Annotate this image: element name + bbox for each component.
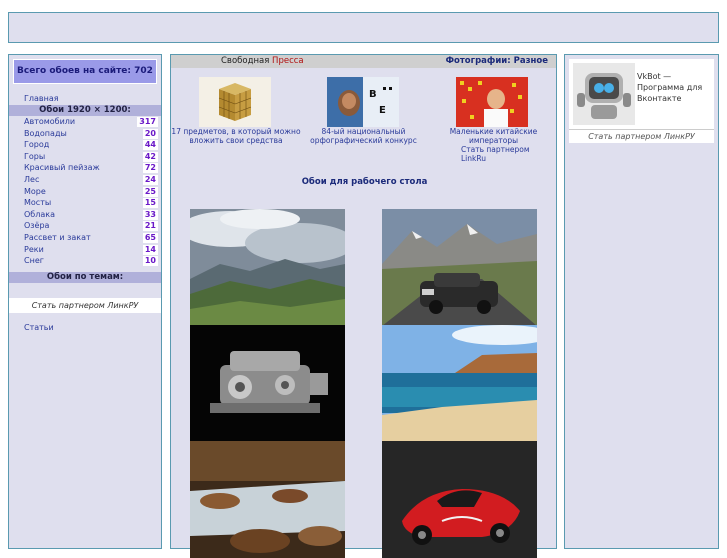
caption-line: вложить свои средства	[189, 136, 283, 145]
news-caption-3[interactable]: Маленькие китайские императоры	[431, 127, 556, 145]
category-label[interactable]: Автомобили	[24, 117, 75, 126]
caption-line: императоры	[468, 136, 519, 145]
category-count: 317	[137, 117, 158, 127]
category-count: 24	[142, 174, 158, 185]
wallpaper-thumb-car-road[interactable]	[382, 209, 537, 326]
partner-link-linkru[interactable]: Стать партнером LinkRu	[461, 145, 556, 163]
category-count: 14	[142, 244, 158, 255]
category-count: 21	[142, 221, 158, 232]
right-sidebar: VkBot — Программа для Вконтакте Стать па…	[564, 54, 719, 549]
wallpaper-thumb-beach[interactable]	[382, 325, 537, 442]
robot-icon	[573, 63, 635, 125]
caption-line: Маленькие китайские	[449, 127, 538, 136]
news-caption-2[interactable]: 84-ый национальный орфографический конкур…	[301, 127, 426, 145]
category-item-forest[interactable]: Лес 24	[9, 174, 161, 186]
category-count: 42	[142, 151, 158, 162]
vkbot-line: Вконтакте	[637, 94, 682, 103]
category-count: 10	[142, 256, 158, 267]
vkbot-line: VkBot —	[637, 72, 672, 81]
category-count: 20	[142, 128, 158, 139]
category-item-waterfalls[interactable]: Водопады 20	[9, 128, 161, 140]
svg-text:E: E	[379, 105, 386, 116]
news-image-cube[interactable]	[199, 77, 271, 127]
photos-link[interactable]: Фотографии: Разное	[446, 55, 548, 68]
category-list: Автомобили 317 Водопады 20 Город 44 Горы 42 …	[9, 116, 161, 267]
category-label[interactable]: Красивый пейзаж	[24, 163, 100, 172]
category-item-bridges[interactable]: Мосты 15	[9, 197, 161, 209]
category-label[interactable]: Море	[24, 187, 46, 196]
press-prefix: Свободная	[221, 56, 273, 66]
wallpaper-thumb-concept-car[interactable]	[382, 441, 537, 558]
category-item-cars[interactable]: Автомобили 317	[9, 116, 161, 128]
news-bar: Свободная Пресса Фотографии: Разное	[171, 55, 556, 68]
top-banner	[8, 12, 719, 43]
category-label[interactable]: Мосты	[24, 198, 51, 207]
category-label[interactable]: Город	[24, 140, 49, 149]
themes-header: Обои по темам:	[9, 271, 161, 283]
caption-line: 84-ый национальный	[321, 127, 406, 136]
category-label[interactable]: Озёра	[24, 221, 49, 230]
category-item-snow[interactable]: Снег 10	[9, 255, 161, 267]
vkbot-text[interactable]: VkBot — Программа для Вконтакте	[637, 71, 702, 104]
svg-text:B: B	[369, 89, 377, 100]
category-label[interactable]: Водопады	[24, 129, 67, 138]
news-caption-1[interactable]: 17 предметов, в который можно вложить сво…	[171, 127, 301, 145]
articles-link[interactable]: Статьи	[9, 323, 161, 332]
total-wallpapers-count: Всего обоев на сайте: 702	[13, 59, 157, 84]
category-label[interactable]: Снег	[24, 256, 44, 265]
category-item-sunset[interactable]: Рассвет и закат 65	[9, 232, 161, 244]
category-label[interactable]: Реки	[24, 245, 44, 254]
news-image-emperors[interactable]	[456, 77, 528, 127]
category-count: 44	[142, 140, 158, 151]
category-count: 72	[142, 163, 158, 174]
category-item-city[interactable]: Город 44	[9, 139, 161, 151]
category-item-sea[interactable]: Море 25	[9, 186, 161, 198]
category-label[interactable]: Лес	[24, 175, 39, 184]
category-count: 15	[142, 198, 158, 209]
wallpaper-thumb-river[interactable]	[190, 441, 345, 558]
category-count: 33	[142, 209, 158, 220]
vkbot-line: Программа для	[637, 83, 703, 92]
partner-link[interactable]: Стать партнером ЛинкРУ	[569, 129, 714, 143]
category-count: 65	[142, 232, 158, 243]
vkbot-ad[interactable]: VkBot — Программа для Вконтакте	[569, 59, 714, 129]
category-label[interactable]: Рассвет и закат	[24, 233, 91, 242]
wallpapers-title: Обои для рабочего стола	[301, 177, 428, 187]
category-item-lakes[interactable]: Озёра 21	[9, 220, 161, 232]
category-item-rivers[interactable]: Реки 14	[9, 244, 161, 256]
home-link[interactable]: Главная	[9, 93, 161, 104]
category-count: 25	[142, 186, 158, 197]
category-label[interactable]: Горы	[24, 152, 45, 161]
resolution-header: Обои 1920 × 1200:	[9, 105, 161, 116]
left-sidebar: Всего обоев на сайте: 702 Главная Обои 1…	[8, 54, 162, 549]
category-item-clouds[interactable]: Облака 33	[9, 209, 161, 221]
category-label[interactable]: Облака	[24, 210, 55, 219]
partner-link[interactable]: Стать партнером ЛинкРУ	[9, 297, 161, 313]
category-item-mountains[interactable]: Горы 42	[9, 151, 161, 163]
press-word: Пресса	[272, 56, 304, 66]
wallpaper-thumb-mountains[interactable]	[190, 209, 345, 326]
caption-line: 17 предметов, в который можно	[171, 127, 301, 136]
news-image-spelling[interactable]: B E	[327, 77, 399, 127]
free-press-link[interactable]: Свободная Пресса	[221, 55, 304, 68]
wallpaper-thumb-engine[interactable]	[190, 325, 345, 442]
caption-line: орфографический конкурс	[310, 136, 417, 145]
main-content: Свободная Пресса Фотографии: Разное 17 п…	[170, 54, 557, 558]
category-item-landscape[interactable]: Красивый пейзаж 72	[9, 162, 161, 174]
